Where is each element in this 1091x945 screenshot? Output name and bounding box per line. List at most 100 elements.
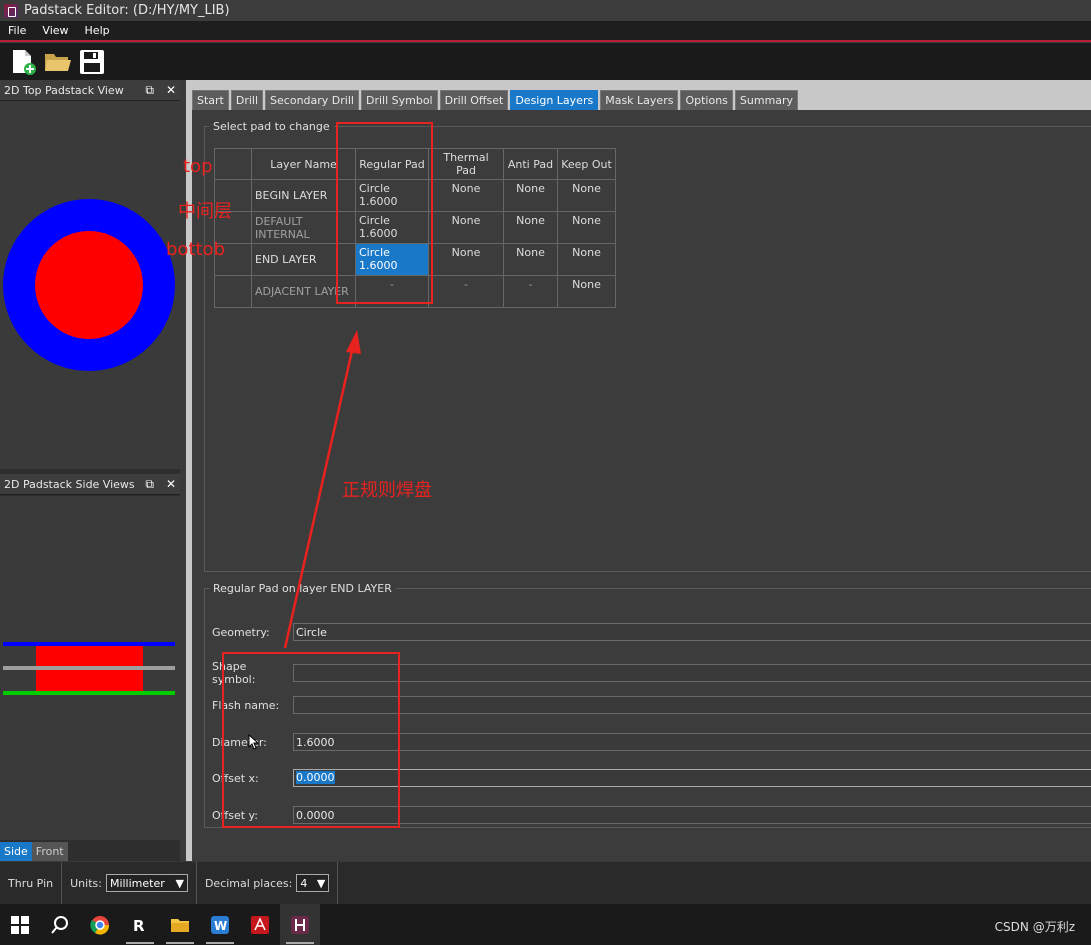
pin-type-text: Thru Pin bbox=[8, 876, 54, 890]
pad-inner-circle bbox=[35, 231, 143, 339]
thermal-pad-cell[interactable]: None bbox=[428, 179, 504, 212]
open-button[interactable] bbox=[44, 48, 72, 76]
tab-side[interactable]: Side bbox=[0, 842, 32, 861]
regular-pad-legend: Regular Pad on layer END LAYER bbox=[213, 582, 392, 595]
svg-text:R: R bbox=[133, 917, 145, 934]
side-top-layer bbox=[3, 642, 175, 646]
tab-bar: Start Drill Secondary Drill Drill Symbol… bbox=[192, 88, 1091, 110]
diameter-field[interactable] bbox=[293, 733, 1091, 751]
padstack-app-button[interactable] bbox=[280, 904, 320, 945]
chevron-down-icon: ▼ bbox=[316, 876, 326, 890]
col-thermal-pad: Thermal Pad bbox=[428, 148, 504, 180]
close-icon[interactable]: ✕ bbox=[166, 477, 176, 491]
svg-text:W: W bbox=[214, 919, 227, 933]
tab-summary[interactable]: Summary bbox=[734, 90, 799, 110]
new-icon bbox=[13, 49, 36, 75]
browser-button[interactable] bbox=[80, 904, 120, 945]
menu-bar: File View Help bbox=[0, 21, 1091, 42]
anti-pad-cell[interactable]: None bbox=[503, 243, 558, 276]
col-keep-out: Keep Out bbox=[557, 148, 616, 180]
float-icon[interactable]: ⧉ bbox=[145, 477, 154, 492]
r-app-icon: R bbox=[133, 917, 145, 934]
taskbar: R W bbox=[0, 904, 1091, 945]
annotation-box-regular-pad bbox=[336, 122, 433, 304]
tab-drill[interactable]: Drill bbox=[230, 90, 264, 110]
annotation-box-fields bbox=[222, 652, 400, 828]
keep-out-cell[interactable]: None bbox=[557, 275, 616, 308]
close-icon[interactable]: ✕ bbox=[166, 83, 176, 97]
units-label: Units: bbox=[70, 876, 102, 890]
annotation-top: top bbox=[183, 156, 213, 177]
file-explorer-button[interactable] bbox=[160, 904, 200, 945]
anti-pad-cell[interactable]: - bbox=[503, 275, 558, 308]
tab-design-layers[interactable]: Design Layers bbox=[510, 90, 599, 110]
tab-mask-layers[interactable]: Mask Layers bbox=[600, 90, 679, 110]
units-section: Units: Millimeter ▼ bbox=[62, 862, 197, 904]
thermal-pad-cell[interactable]: None bbox=[428, 243, 504, 276]
pdf-app-button[interactable] bbox=[240, 904, 280, 945]
save-icon bbox=[80, 49, 104, 74]
decimal-select[interactable]: 4 ▼ bbox=[296, 874, 330, 892]
pdf-icon bbox=[251, 915, 269, 934]
geometry-row: Geometry: bbox=[212, 623, 1091, 641]
tab-front[interactable]: Front bbox=[31, 842, 68, 861]
decimal-section: Decimal places: 4 ▼ bbox=[197, 862, 339, 904]
anti-pad-cell[interactable]: None bbox=[503, 211, 558, 244]
top-view-title: 2D Top Padstack View bbox=[4, 83, 124, 97]
tab-secondary-drill[interactable]: Secondary Drill bbox=[265, 90, 359, 110]
anti-pad-cell[interactable]: None bbox=[503, 179, 558, 212]
open-folder-icon bbox=[45, 53, 71, 71]
side-mid-layer bbox=[3, 666, 175, 670]
units-select[interactable]: Millimeter ▼ bbox=[105, 874, 188, 892]
status-bar: Thru Pin Units: Millimeter ▼ Decimal pla… bbox=[0, 862, 1091, 904]
search-icon bbox=[51, 915, 68, 934]
search-button[interactable] bbox=[40, 904, 80, 945]
menu-view[interactable]: View bbox=[34, 24, 76, 37]
start-button[interactable] bbox=[0, 904, 40, 945]
tab-drill-offset[interactable]: Drill Offset bbox=[439, 90, 509, 110]
annotation-middle: 中间层 bbox=[178, 201, 232, 222]
side-padstack-view bbox=[0, 496, 180, 840]
menu-file[interactable]: File bbox=[0, 24, 34, 37]
chevron-down-icon: ▼ bbox=[175, 876, 184, 890]
shape-symbol-field[interactable] bbox=[293, 664, 1091, 682]
annotation-regular-pad: 正规则焊盘 bbox=[342, 480, 432, 501]
offset-x-field[interactable]: 0.0000 bbox=[293, 769, 1091, 787]
row-header[interactable] bbox=[214, 275, 252, 308]
annotation-bottom: bottob bbox=[166, 239, 225, 260]
keep-out-cell[interactable]: None bbox=[557, 243, 616, 276]
windows-icon bbox=[11, 915, 29, 934]
select-pad-legend: Select pad to change bbox=[213, 120, 330, 133]
side-view-header: 2D Padstack Side Views ⧉ ✕ bbox=[0, 474, 180, 495]
thermal-pad-cell[interactable]: None bbox=[428, 211, 504, 244]
save-button[interactable] bbox=[78, 48, 106, 76]
geometry-field[interactable] bbox=[293, 623, 1091, 641]
thermal-pad-cell[interactable]: - bbox=[428, 275, 504, 308]
view-tabs: Side Front bbox=[0, 842, 68, 861]
tab-drill-symbol[interactable]: Drill Symbol bbox=[360, 90, 438, 110]
tab-start[interactable]: Start bbox=[192, 90, 229, 110]
side-bottom-layer bbox=[3, 691, 175, 695]
keep-out-cell[interactable]: None bbox=[557, 211, 616, 244]
document-app-icon: W bbox=[211, 915, 229, 934]
offset-y-field[interactable] bbox=[293, 806, 1091, 824]
decimal-value: 4 bbox=[300, 876, 308, 890]
tab-options[interactable]: Options bbox=[680, 90, 733, 110]
top-padstack-view bbox=[0, 101, 180, 469]
toolbar bbox=[0, 43, 1091, 80]
padstack-app-icon bbox=[291, 915, 309, 934]
keep-out-cell[interactable]: None bbox=[557, 179, 616, 212]
new-button[interactable] bbox=[10, 48, 38, 76]
top-view-header: 2D Top Padstack View ⧉ ✕ bbox=[0, 80, 180, 101]
app-icon bbox=[4, 3, 18, 18]
float-icon[interactable]: ⧉ bbox=[145, 83, 154, 98]
side-view-title: 2D Padstack Side Views bbox=[4, 477, 135, 491]
word-app-button[interactable]: W bbox=[200, 904, 240, 945]
folder-icon bbox=[171, 918, 189, 932]
app-r-button[interactable]: R bbox=[120, 904, 160, 945]
flash-name-field[interactable] bbox=[293, 696, 1091, 714]
menu-help[interactable]: Help bbox=[77, 24, 118, 37]
watermark: CSDN @万利z bbox=[994, 920, 1075, 934]
corner-cell bbox=[214, 148, 252, 180]
decimal-label: Decimal places: bbox=[204, 876, 293, 890]
